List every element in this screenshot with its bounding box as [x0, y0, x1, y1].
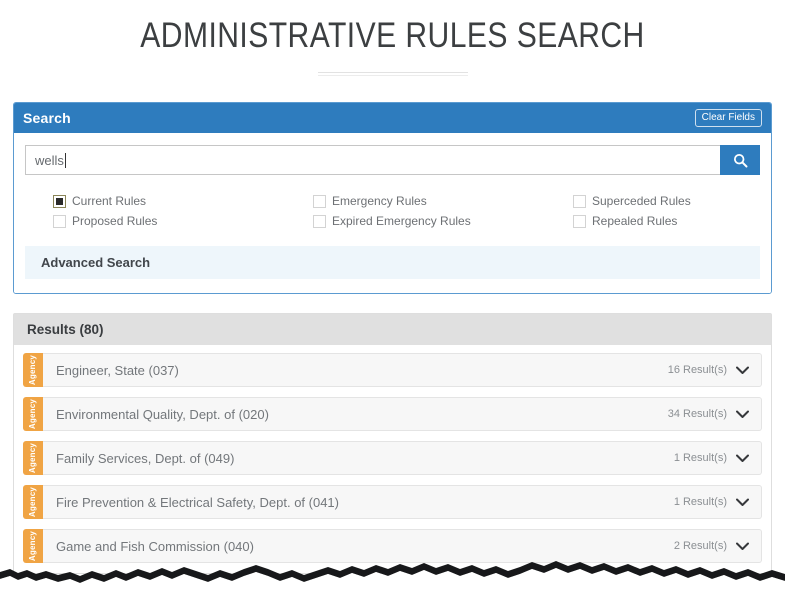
search-field-row: wells [25, 145, 760, 175]
filter-label: Proposed Rules [72, 214, 158, 228]
title-divider [317, 72, 468, 76]
agency-tab: Agency [23, 353, 43, 387]
page-header: ADMINISTRATIVE RULES SEARCH [0, 0, 785, 76]
result-row[interactable]: Agency Fire Prevention & Electrical Safe… [23, 485, 762, 519]
result-row-meta: 1 Result(s) [674, 452, 749, 464]
filter-proposed-rules[interactable]: Proposed Rules [53, 213, 313, 229]
result-row[interactable]: Agency Game and Fish Commission (040) 2 … [23, 529, 762, 563]
agency-tab: Agency [23, 397, 43, 431]
search-panel-header: Search Clear Fields [14, 103, 771, 133]
result-row[interactable]: Agency Engineer, State (037) 16 Result(s… [23, 353, 762, 387]
agency-tab-label: Agency [28, 354, 37, 386]
search-icon [733, 153, 748, 168]
advanced-search-toggle[interactable]: Advanced Search [25, 246, 760, 279]
checkbox-icon[interactable] [573, 214, 586, 228]
chevron-down-icon[interactable] [736, 454, 749, 463]
agency-tab-label: Agency [28, 530, 37, 562]
search-submit-button[interactable] [720, 145, 760, 175]
agency-tab-label: Agency [28, 442, 37, 474]
search-input[interactable]: wells [25, 145, 720, 175]
filter-current-rules[interactable]: Current Rules [53, 193, 313, 209]
agency-tab-label: Agency [28, 398, 37, 430]
checkbox-icon[interactable] [313, 194, 326, 208]
result-row-body[interactable]: Game and Fish Commission (040) 2 Result(… [43, 529, 762, 563]
chevron-down-icon[interactable] [736, 410, 749, 419]
result-row-body[interactable]: Family Services, Dept. of (049) 1 Result… [43, 441, 762, 475]
clear-fields-button[interactable]: Clear Fields [694, 109, 762, 127]
agency-tab-label: Agency [28, 486, 37, 518]
result-agency-name: Fire Prevention & Electrical Safety, Dep… [56, 494, 339, 510]
results-panel: Results (80) Agency Engineer, State (037… [13, 313, 772, 574]
result-agency-name: Environmental Quality, Dept. of (020) [56, 406, 269, 422]
agency-tab: Agency [23, 441, 43, 475]
result-agency-name: Game and Fish Commission (040) [56, 538, 254, 554]
result-row-body[interactable]: Environmental Quality, Dept. of (020) 34… [43, 397, 762, 431]
result-row-body[interactable]: Engineer, State (037) 16 Result(s) [43, 353, 762, 387]
chevron-down-icon[interactable] [736, 366, 749, 375]
results-panel-header: Results (80) [14, 314, 771, 345]
filter-label: Repealed Rules [592, 214, 678, 228]
filter-expired-emergency-rules[interactable]: Expired Emergency Rules [313, 213, 573, 229]
result-row-meta: 1 Result(s) [674, 496, 749, 508]
results-heading: Results (80) [27, 322, 104, 337]
result-row[interactable]: Agency Family Services, Dept. of (049) 1… [23, 441, 762, 475]
agency-tab: Agency [23, 529, 43, 563]
chevron-down-icon[interactable] [736, 498, 749, 507]
result-count-label: 34 Result(s) [667, 408, 727, 420]
result-row-meta: 16 Result(s) [668, 364, 749, 376]
text-caret [64, 152, 66, 168]
filter-emergency-rules[interactable]: Emergency Rules [313, 193, 573, 209]
filter-label: Expired Emergency Rules [332, 214, 471, 228]
result-agency-name: Family Services, Dept. of (049) [56, 450, 235, 466]
rule-type-filters: Current Rules Emergency Rules Superceded… [53, 193, 760, 229]
result-row-meta: 34 Result(s) [668, 408, 749, 420]
result-row-body[interactable]: Fire Prevention & Electrical Safety, Dep… [43, 485, 762, 519]
chevron-down-icon[interactable] [736, 542, 749, 551]
results-list: Agency Engineer, State (037) 16 Result(s… [14, 345, 771, 563]
result-row[interactable]: Agency Environmental Quality, Dept. of (… [23, 397, 762, 431]
search-panel-body: wells Current Rules Emergency Rules Supe… [14, 133, 771, 293]
page-title: ADMINISTRATIVE RULES SEARCH [140, 16, 645, 55]
result-agency-name: Engineer, State (037) [56, 362, 179, 378]
filter-label: Emergency Rules [332, 194, 427, 208]
search-panel: Search Clear Fields wells Current Rules [13, 102, 772, 294]
checkbox-icon[interactable] [573, 194, 586, 208]
checkbox-icon[interactable] [53, 214, 66, 228]
filter-repealed-rules[interactable]: Repealed Rules [573, 213, 760, 229]
result-count-label: 1 Result(s) [673, 496, 727, 508]
filter-label: Superceded Rules [592, 194, 691, 208]
checkbox-icon[interactable] [53, 194, 66, 208]
search-panel-heading: Search [23, 110, 71, 126]
advanced-search-label: Advanced Search [41, 255, 151, 270]
agency-tab: Agency [23, 485, 43, 519]
filter-superceded-rules[interactable]: Superceded Rules [573, 193, 760, 209]
result-count-label: 1 Result(s) [673, 452, 727, 464]
result-count-label: 16 Result(s) [667, 364, 727, 376]
checkbox-icon[interactable] [313, 214, 326, 228]
result-row-meta: 2 Result(s) [674, 540, 749, 552]
search-input-value: wells [35, 152, 64, 168]
filter-label: Current Rules [72, 194, 147, 208]
result-count-label: 2 Result(s) [673, 540, 727, 552]
